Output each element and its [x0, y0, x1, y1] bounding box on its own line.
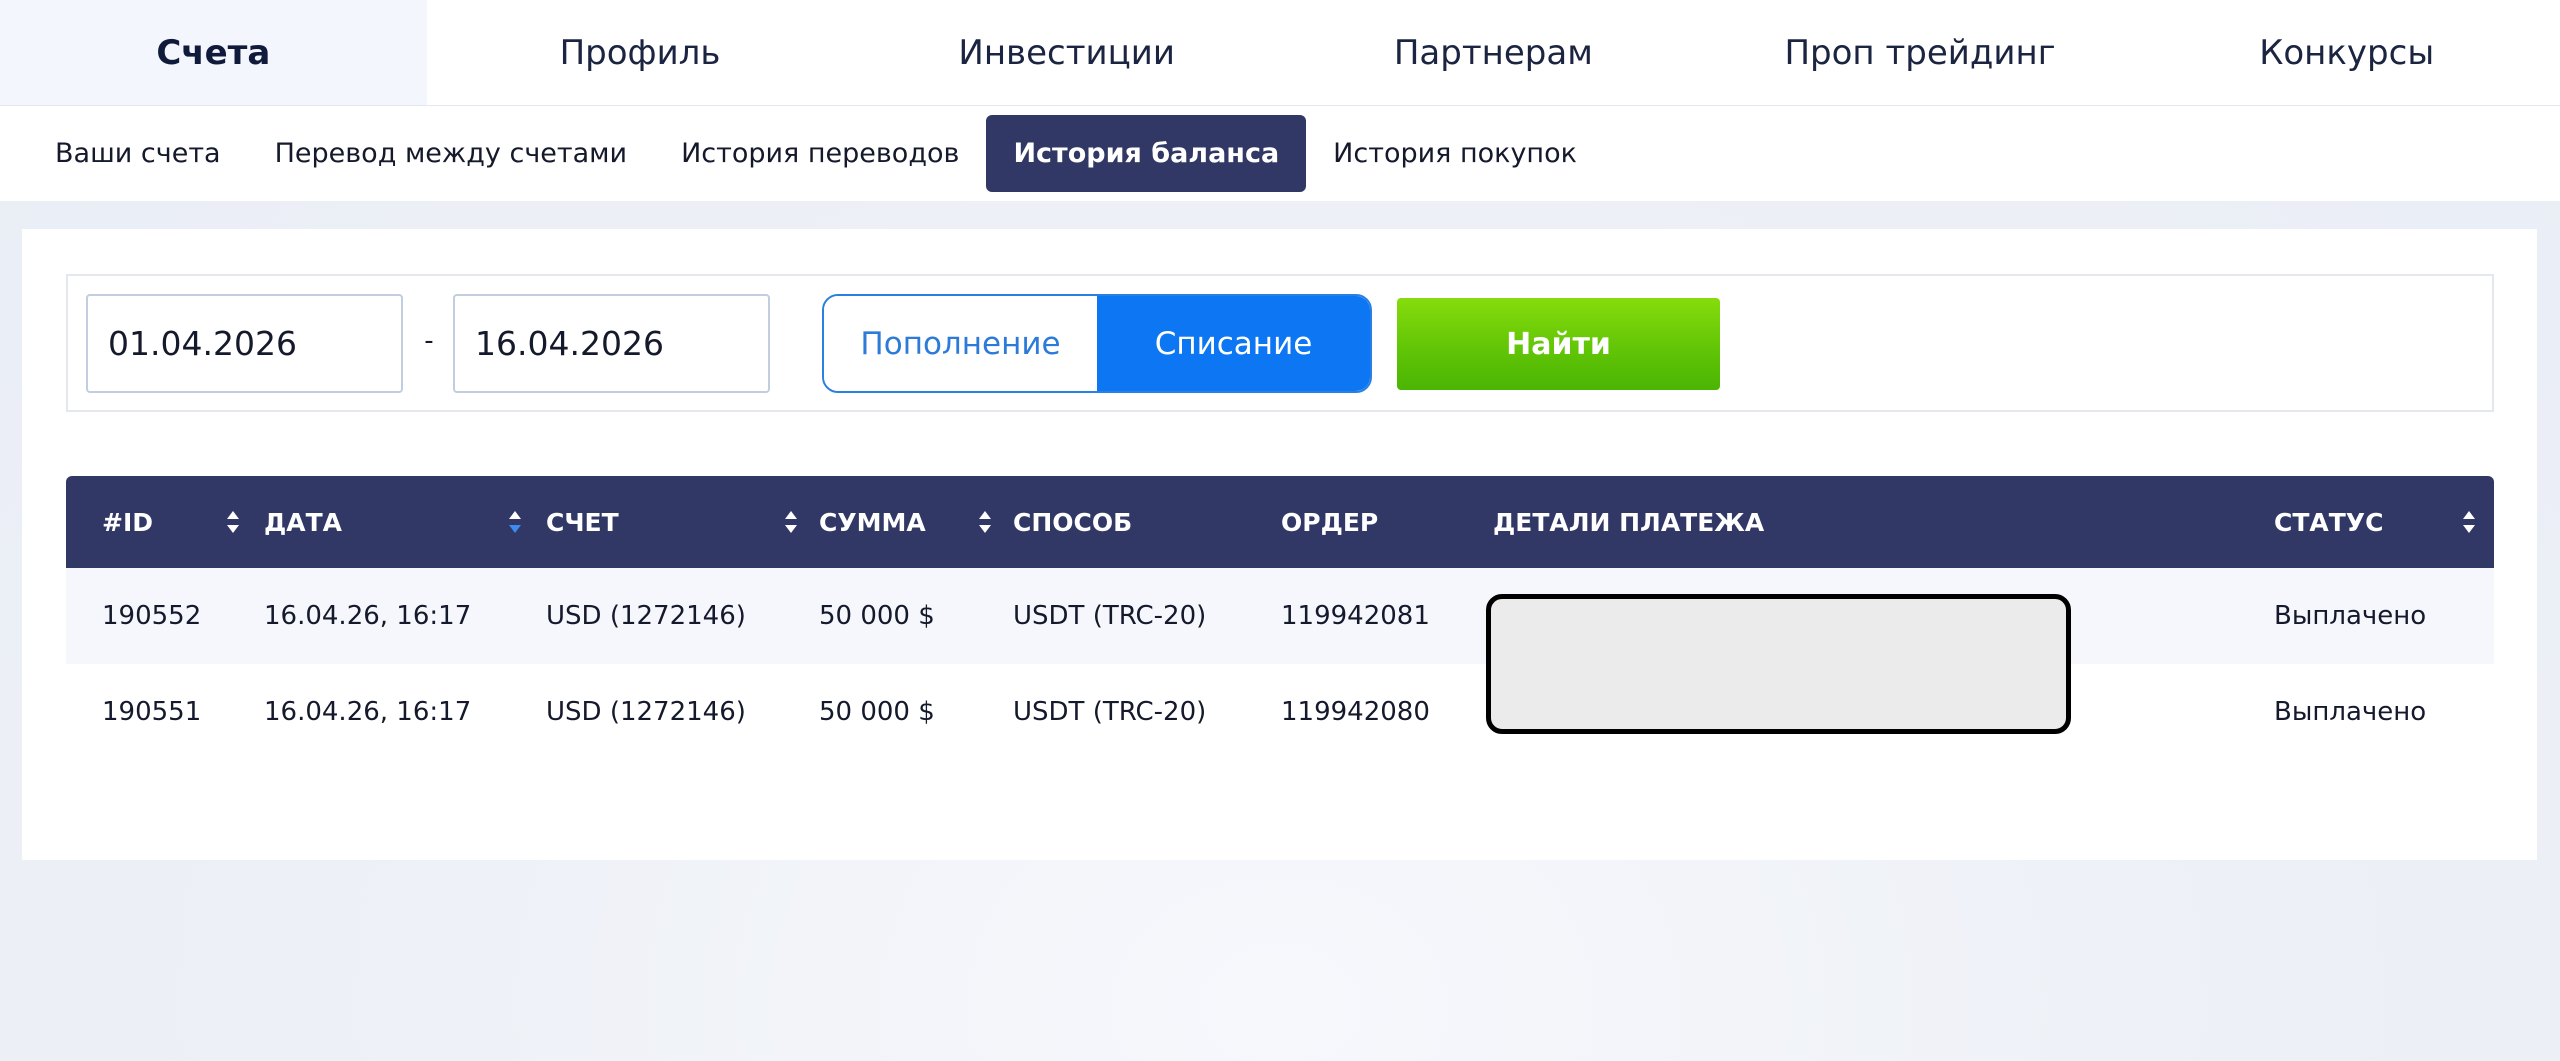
- top-tab-contests[interactable]: Конкурсы: [2133, 0, 2560, 105]
- column-header-account[interactable]: СЧЕТ: [546, 476, 619, 568]
- sort-icon[interactable]: [226, 509, 240, 535]
- balance-history-table: #ID ДАТА СЧЕТ СУММА СПОСОБ ОРДЕР ДЕТАЛИ …: [66, 476, 2494, 760]
- column-header-payment-details: ДЕТАЛИ ПЛАТЕЖА: [1493, 507, 1765, 537]
- cell-id: 190551: [102, 697, 202, 727]
- column-header-id[interactable]: #ID: [102, 476, 153, 568]
- column-header-amount[interactable]: СУММА: [819, 476, 926, 568]
- column-header-method: СПОСОБ: [1013, 507, 1133, 537]
- sub-tab-your-accounts[interactable]: Ваши счета: [28, 115, 248, 192]
- cell-method: USDT (TRC-20): [1013, 697, 1207, 727]
- table-header: #ID ДАТА СЧЕТ СУММА СПОСОБ ОРДЕР ДЕТАЛИ …: [66, 476, 2494, 568]
- table-row: 190552 16.04.26, 16:17 USD (1272146) 50 …: [66, 568, 2494, 664]
- date-to-input[interactable]: [453, 294, 770, 393]
- top-tab-prop-trading[interactable]: Проп трейдинг: [1707, 0, 2134, 105]
- top-tab-profile[interactable]: Профиль: [427, 0, 854, 105]
- cell-date: 16.04.26, 16:17: [264, 601, 472, 631]
- column-header-status[interactable]: СТАТУС: [2274, 476, 2383, 568]
- date-range-separator: -: [424, 326, 434, 356]
- sort-active-icon[interactable]: [508, 509, 522, 535]
- sub-tab-transfer-between-accounts[interactable]: Перевод между счетами: [248, 115, 654, 192]
- cell-date: 16.04.26, 16:17: [264, 697, 472, 727]
- cell-order: 119942081: [1281, 601, 1430, 631]
- cell-method: USDT (TRC-20): [1013, 601, 1207, 631]
- top-tab-partners[interactable]: Партнерам: [1280, 0, 1707, 105]
- table-row: 190551 16.04.26, 16:17 USD (1272146) 50 …: [66, 664, 2494, 760]
- cell-account: USD (1272146): [546, 697, 746, 727]
- column-header-order: ОРДЕР: [1281, 507, 1379, 537]
- sort-icon[interactable]: [2462, 509, 2476, 535]
- toggle-withdrawal[interactable]: Списание: [1097, 296, 1370, 391]
- cell-amount: 50 000 $: [819, 697, 935, 727]
- transaction-type-toggle: Пополнение Списание: [822, 294, 1372, 393]
- sub-tab-purchase-history[interactable]: История покупок: [1306, 115, 1604, 192]
- cell-amount: 50 000 $: [819, 601, 935, 631]
- cell-order: 119942080: [1281, 697, 1430, 727]
- cell-id: 190552: [102, 601, 202, 631]
- sub-nav: Ваши счета Перевод между счетами История…: [0, 106, 2560, 201]
- filter-bar: - Пополнение Списание Найти: [66, 274, 2494, 412]
- sort-icon[interactable]: [978, 509, 992, 535]
- sub-tab-balance-history[interactable]: История баланса: [986, 115, 1307, 192]
- cell-account: USD (1272146): [546, 601, 746, 631]
- sub-tab-transfer-history[interactable]: История переводов: [654, 115, 986, 192]
- toggle-deposit[interactable]: Пополнение: [824, 296, 1097, 391]
- sort-icon[interactable]: [784, 509, 798, 535]
- column-header-date[interactable]: ДАТА: [264, 476, 342, 568]
- find-button[interactable]: Найти: [1397, 298, 1720, 390]
- cell-status: Выплачено: [2274, 601, 2427, 631]
- balance-history-panel: - Пополнение Списание Найти #ID ДАТА СЧЕ…: [22, 229, 2537, 860]
- cell-status: Выплачено: [2274, 697, 2427, 727]
- top-nav: Счета Профиль Инвестиции Партнерам Проп …: [0, 0, 2560, 106]
- date-from-input[interactable]: [86, 294, 403, 393]
- top-tab-accounts[interactable]: Счета: [0, 0, 427, 105]
- top-tab-investments[interactable]: Инвестиции: [853, 0, 1280, 105]
- redacted-payment-details: [1486, 594, 2071, 734]
